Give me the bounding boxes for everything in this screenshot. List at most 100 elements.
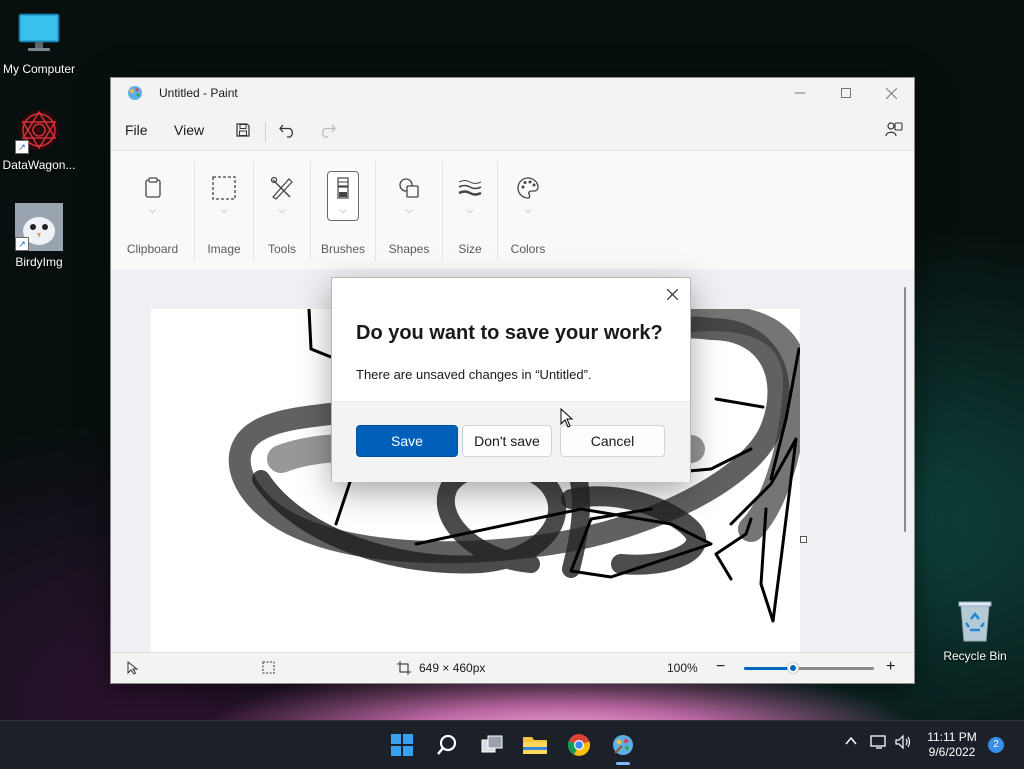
search-button[interactable] (431, 729, 463, 761)
ribbon-label: Size (458, 242, 482, 256)
zoom-out-button[interactable]: − (716, 658, 725, 676)
menu-bar: File View (111, 108, 914, 148)
palette-icon (517, 177, 539, 199)
minimize-button[interactable] (777, 78, 823, 108)
chrome-icon (567, 734, 591, 756)
paint-app-icon (127, 85, 143, 101)
share-icon (885, 122, 903, 137)
tools-icon (270, 176, 293, 200)
show-hidden-icons-button[interactable] (844, 734, 858, 751)
birdyimg-icon: ↗ (15, 203, 63, 251)
save-button[interactable]: Save (356, 425, 458, 457)
ribbon-label: Shapes (388, 242, 430, 256)
folder-icon (523, 737, 547, 754)
paint-taskbar-button[interactable] (607, 729, 639, 765)
undo-button[interactable] (276, 118, 300, 142)
ribbon-group-colors[interactable]: ⌵ Colors (498, 151, 558, 269)
ribbon-group-clipboard[interactable]: ⌵ Clipboard (111, 151, 194, 269)
zoom-slider[interactable] (744, 662, 874, 674)
zoom-percentage[interactable]: 100% (667, 661, 698, 675)
desktop-icon-datawagon[interactable]: ↗ DataWagon... (0, 106, 78, 172)
cancel-button[interactable]: Cancel (560, 425, 665, 457)
window-title: Untitled - Paint (159, 86, 238, 100)
volume-button[interactable] (895, 734, 913, 753)
network-icon (870, 735, 886, 749)
chevron-down-icon: ⌵ (339, 205, 347, 215)
network-button[interactable] (870, 734, 888, 753)
notification-badge[interactable]: 2 (988, 737, 1004, 753)
desktop-icon-recycle-bin[interactable]: Recycle Bin (936, 597, 1014, 663)
title-bar[interactable]: Untitled - Paint (111, 78, 914, 108)
maximize-button[interactable] (823, 78, 869, 108)
dialog-footer: Save Don't save Cancel (332, 401, 690, 482)
cursor-position-icon (127, 660, 139, 678)
monitor-icon (15, 10, 63, 58)
canvas-resize-handle[interactable] (800, 536, 807, 543)
datawagon-icon: ↗ (15, 106, 63, 154)
chevron-down-icon: ⌵ (278, 205, 286, 215)
ribbon: ⌵ Clipboard ⌵ Image ⌵ Tools ⌵ Brushes ⌵ … (111, 150, 914, 270)
taskbar: 11:11 PM 9/6/2022 2 (0, 720, 1024, 769)
status-bar: 649 × 460px 100% − + (111, 652, 914, 683)
desktop-icon-label: DataWagon... (2, 158, 76, 172)
canvas-size-text: 649 × 460px (419, 661, 486, 675)
shortcut-arrow-icon: ↗ (15, 140, 29, 154)
ribbon-group-shapes[interactable]: ⌵ Shapes (376, 151, 442, 269)
close-icon (885, 87, 897, 99)
menu-view[interactable]: View (174, 122, 204, 138)
ribbon-group-image[interactable]: ⌵ Image (195, 151, 253, 269)
ribbon-group-size[interactable]: ⌵ Size (443, 151, 497, 269)
close-icon (666, 288, 678, 300)
recycle-bin-icon (951, 597, 999, 645)
zoom-in-button[interactable]: + (886, 658, 895, 676)
chrome-button[interactable] (563, 729, 595, 761)
search-icon (437, 734, 457, 755)
canvas-size-icon (397, 661, 411, 678)
desktop-icon-birdyimg[interactable]: ↗ BirdyImg (0, 203, 78, 269)
desktop-icon-label: My Computer (2, 62, 76, 76)
task-view-button[interactable] (476, 729, 508, 761)
ribbon-group-brushes[interactable]: ⌵ Brushes (311, 151, 375, 269)
desktop-icon-label: Recycle Bin (943, 649, 1007, 663)
mouse-cursor-icon (560, 408, 574, 428)
clock-time: 11:11 PM (927, 730, 977, 744)
undo-icon (279, 124, 294, 138)
ribbon-label: Tools (267, 242, 296, 256)
menu-file[interactable]: File (125, 122, 148, 138)
toolbar-separator (265, 122, 266, 142)
ribbon-label: Colors (510, 242, 546, 256)
clipboard-icon (144, 177, 161, 198)
dialog-close-button[interactable] (662, 284, 682, 304)
ribbon-label: Image (207, 242, 241, 256)
speaker-icon (895, 734, 911, 750)
save-dialog: Do you want to save your work? There are… (331, 277, 691, 482)
system-clock[interactable]: 11:11 PM 9/6/2022 (924, 730, 980, 760)
select-rectangle-icon (212, 176, 236, 200)
brush-icon (337, 177, 349, 199)
chevron-down-icon: ⌵ (466, 205, 474, 215)
dialog-message: There are unsaved changes in “Untitled”. (356, 367, 592, 382)
clock-date: 9/6/2022 (928, 745, 976, 759)
close-button[interactable] (868, 78, 914, 108)
dont-save-button[interactable]: Don't save (462, 425, 552, 457)
ribbon-label: Clipboard (126, 242, 179, 256)
shapes-icon (399, 178, 419, 198)
redo-button[interactable] (315, 118, 339, 142)
ribbon-group-tools[interactable]: ⌵ Tools (254, 151, 310, 269)
zoom-slider-fill (744, 667, 794, 670)
start-button[interactable] (386, 729, 418, 761)
shortcut-arrow-icon: ↗ (15, 237, 29, 251)
zoom-slider-thumb[interactable] (787, 662, 800, 674)
task-view-icon (481, 735, 503, 753)
save-icon (236, 123, 250, 137)
ribbon-label: Brushes (320, 242, 366, 256)
share-account-button[interactable] (882, 118, 906, 142)
paint-icon (613, 735, 633, 755)
vertical-scrollbar[interactable] (904, 287, 906, 532)
save-toolbar-button[interactable] (231, 118, 255, 142)
desktop-icon-label: BirdyImg (15, 255, 63, 269)
file-explorer-button[interactable] (519, 729, 551, 761)
desktop-icon-my-computer[interactable]: My Computer (0, 10, 78, 76)
chevron-down-icon: ⌵ (405, 205, 413, 215)
minimize-icon (795, 92, 805, 94)
